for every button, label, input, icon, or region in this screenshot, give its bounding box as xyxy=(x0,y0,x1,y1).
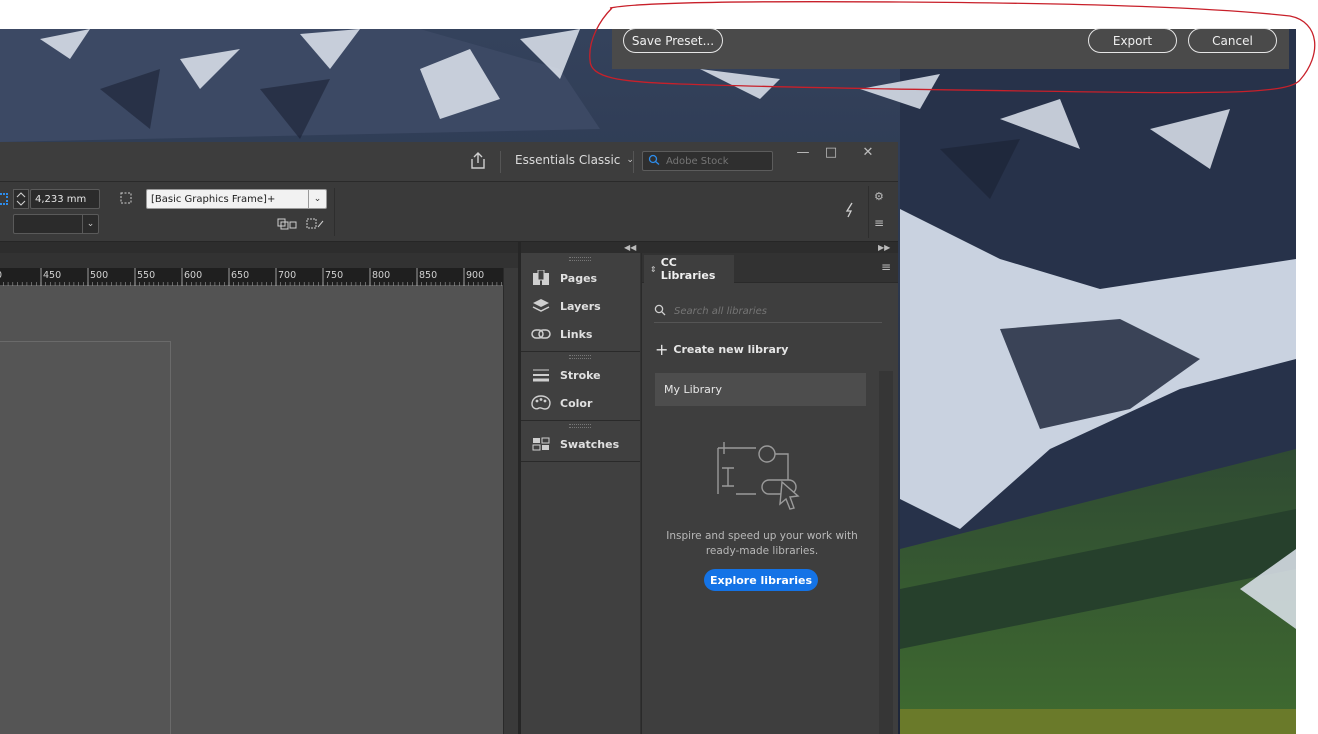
ruler-tick-label: 800 xyxy=(372,270,390,281)
panel-tab-bar: ⇕ CC Libraries ≡ xyxy=(642,253,898,283)
tab-arrows-icon: ⇕ xyxy=(650,264,657,274)
content-fit-icon[interactable] xyxy=(277,218,297,233)
dock-item-label: Links xyxy=(560,327,593,341)
dock-item-links[interactable]: Links xyxy=(521,320,640,348)
horizontal-ruler[interactable]: 0 450 500 550 600 650 700 750 800 850 900 xyxy=(0,268,503,286)
divider xyxy=(334,188,335,236)
links-icon xyxy=(531,325,551,343)
create-new-library-button[interactable]: + Create new library xyxy=(655,339,789,359)
chevron-down-icon: ⌄ xyxy=(82,214,98,234)
dock-item-pages[interactable]: Pages xyxy=(521,264,640,292)
pasteboard[interactable] xyxy=(0,286,503,734)
export-button[interactable]: Export xyxy=(1088,28,1177,53)
collapse-panels-icon[interactable]: ◀◀ xyxy=(624,243,636,252)
ruler-tick-label: 700 xyxy=(278,270,296,281)
cc-libraries-panel: ⇕ CC Libraries ≡ + Create new library My… xyxy=(641,253,898,734)
library-item[interactable]: My Library xyxy=(655,373,866,406)
object-style-value: [Basic Graphics Frame]+ xyxy=(151,193,276,205)
dock-item-label: Color xyxy=(560,396,593,410)
search-icon xyxy=(654,304,666,319)
swatches-icon xyxy=(531,435,551,453)
chevron-down-icon: ⌄ xyxy=(308,189,326,209)
minimize-icon[interactable]: — xyxy=(789,144,817,160)
ruler-tick-label: 550 xyxy=(137,270,155,281)
divider xyxy=(500,151,501,173)
cancel-button[interactable]: Cancel xyxy=(1188,28,1277,53)
dock-divider xyxy=(521,420,640,421)
ruler-tick-label: 900 xyxy=(466,270,484,281)
object-style-select[interactable]: [Basic Graphics Frame]+ ⌄ xyxy=(146,189,327,209)
auto-fit-icon[interactable] xyxy=(306,218,324,233)
document-page[interactable] xyxy=(0,341,171,734)
library-search[interactable] xyxy=(654,301,882,323)
export-dialog-button-bar: Save Preset... Export Cancel xyxy=(612,28,1289,69)
dock-item-swatches[interactable]: Swatches xyxy=(521,430,640,458)
dock-divider xyxy=(521,351,640,352)
save-preset-button[interactable]: Save Preset... xyxy=(623,28,723,53)
ruler-tick-label: 850 xyxy=(419,270,437,281)
ruler-tick-label: 650 xyxy=(231,270,249,281)
dock-item-label: Stroke xyxy=(560,368,601,382)
stroke-type-select[interactable]: ⌄ xyxy=(13,214,99,234)
control-panel: 4,233 mm [Basic Graphics Frame]+ ⌄ ⌄ ⚙ ≡ xyxy=(0,182,898,242)
maximize-icon[interactable]: □ xyxy=(817,144,845,160)
vertical-scrollbar[interactable] xyxy=(503,268,519,734)
dock-item-label: Swatches xyxy=(560,437,620,451)
panel-scrollbar[interactable] xyxy=(879,371,893,734)
share-icon[interactable] xyxy=(468,151,488,171)
libraries-illustration-icon xyxy=(716,438,806,513)
pages-icon xyxy=(531,269,551,287)
stroke-icon xyxy=(531,366,551,384)
dock-item-label: Layers xyxy=(560,299,601,313)
dock-item-stroke[interactable]: Stroke xyxy=(521,361,640,389)
plus-icon: + xyxy=(655,339,669,359)
adobe-stock-search[interactable] xyxy=(642,151,773,171)
ruler-tick-label: 750 xyxy=(325,270,343,281)
workspace-label: Essentials Classic xyxy=(515,153,621,167)
close-icon[interactable]: ✕ xyxy=(854,144,882,160)
dock-grip[interactable] xyxy=(569,355,591,359)
dock-divider xyxy=(521,461,640,462)
tab-cc-libraries[interactable]: ⇕ CC Libraries xyxy=(644,255,734,283)
dock-item-color[interactable]: Color xyxy=(521,389,640,417)
explore-libraries-button[interactable]: Explore libraries xyxy=(704,569,818,591)
ruler-tick-label: 0 xyxy=(0,270,2,281)
workspace-switcher[interactable]: Essentials Classic ⌄ xyxy=(515,153,634,167)
dock-grip[interactable] xyxy=(569,257,591,261)
panel-header-strip xyxy=(0,242,898,253)
reference-point-icon[interactable] xyxy=(0,193,8,205)
layers-icon xyxy=(531,297,551,315)
panel-icon-dock: Pages Layers Links Stroke Color Swatches xyxy=(521,253,640,734)
dock-grip[interactable] xyxy=(569,424,591,428)
ruler-tick-label: 450 xyxy=(43,270,61,281)
panel-menu-icon[interactable]: ≡ xyxy=(881,260,891,274)
quick-apply-icon[interactable] xyxy=(845,202,855,221)
libraries-empty-text: Inspire and speed up your work with read… xyxy=(666,530,858,557)
library-search-input[interactable] xyxy=(674,306,874,317)
search-icon xyxy=(648,154,662,169)
color-palette-icon xyxy=(531,394,551,412)
ruler-tick-label: 500 xyxy=(90,270,108,281)
application-bar: Essentials Classic ⌄ — □ ✕ xyxy=(0,142,898,182)
expand-panels-icon[interactable]: ▶▶ xyxy=(878,243,890,252)
document-tab-strip xyxy=(0,253,518,268)
gear-icon[interactable]: ⚙ xyxy=(874,190,884,203)
divider xyxy=(868,186,869,238)
library-name: My Library xyxy=(664,383,722,396)
divider xyxy=(633,151,634,173)
stroke-weight-field[interactable]: 4,233 mm xyxy=(30,189,100,209)
tab-label: CC Libraries xyxy=(660,256,716,282)
frame-fitting-icon[interactable] xyxy=(118,190,134,209)
dock-item-layers[interactable]: Layers xyxy=(521,292,640,320)
indesign-window: Essentials Classic ⌄ — □ ✕ 4,233 mm [Bas… xyxy=(0,142,898,734)
panel-menu-icon[interactable]: ≡ xyxy=(874,216,884,230)
ruler-tick-label: 600 xyxy=(184,270,202,281)
create-library-label: Create new library xyxy=(673,343,789,356)
stock-search-input[interactable] xyxy=(666,155,766,167)
stroke-weight-stepper[interactable] xyxy=(13,189,29,209)
dock-item-label: Pages xyxy=(560,271,598,285)
